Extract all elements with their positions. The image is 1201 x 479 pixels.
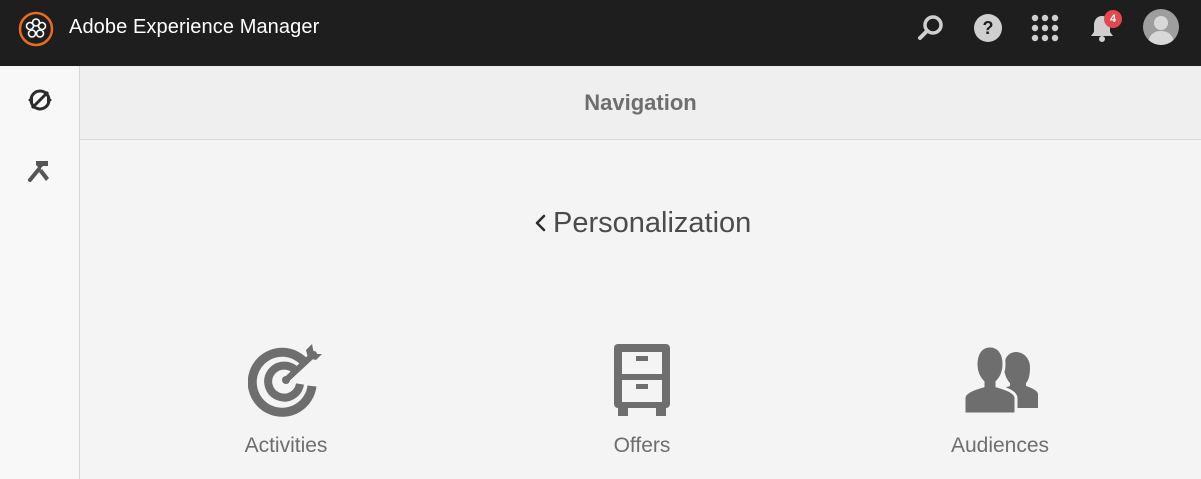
tile-audiences[interactable]: Audiences: [900, 340, 1100, 470]
top-bar: Adobe Experience Manager ? 4: [0, 0, 1201, 66]
app-title: Adobe Experience Manager: [69, 16, 320, 38]
section-title: Personalization: [553, 206, 752, 239]
page-title: Navigation: [584, 89, 697, 115]
tile-offers[interactable]: Offers: [542, 340, 742, 470]
cabinet-icon: [597, 340, 687, 420]
tile-label: Audiences: [950, 434, 1050, 457]
left-rail: [0, 66, 80, 479]
user-avatar[interactable]: [1143, 9, 1179, 45]
rail-item-tools[interactable]: [20, 154, 60, 194]
notifications-button[interactable]: 4: [1082, 10, 1122, 50]
tile-activities[interactable]: Activities: [186, 340, 386, 470]
svg-text:?: ?: [983, 18, 994, 38]
tools-hammer-icon: [26, 158, 54, 191]
apps-button[interactable]: [1025, 10, 1065, 50]
search-icon: [917, 14, 945, 47]
chevron-left-icon: [533, 213, 547, 233]
target-icon: [241, 340, 331, 420]
back-to-parent-button[interactable]: Personalization: [533, 203, 751, 243]
navigation-header: Navigation: [80, 66, 1201, 140]
notification-count-badge: 4: [1104, 10, 1122, 28]
tile-label: Offers: [613, 434, 671, 457]
aem-logo-icon[interactable]: [18, 11, 54, 47]
rail-item-navigation[interactable]: [20, 82, 60, 122]
search-button[interactable]: [911, 10, 951, 50]
users-icon: [955, 340, 1045, 420]
apps-grid-icon: [1030, 13, 1060, 48]
tile-label: Activities: [244, 434, 328, 457]
help-icon: ?: [973, 13, 1003, 48]
navigation-compass-icon: [26, 86, 54, 119]
help-button[interactable]: ?: [968, 10, 1008, 50]
user-avatar-icon: [1148, 16, 1174, 45]
